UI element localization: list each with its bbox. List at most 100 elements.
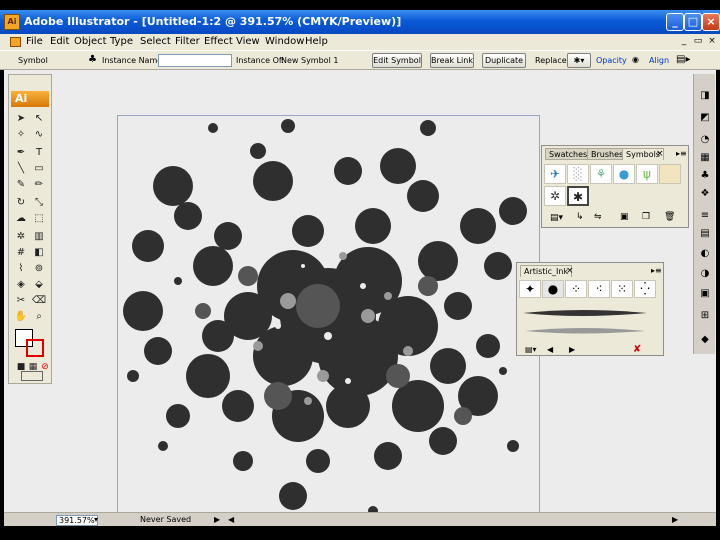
brush-libraries-icon[interactable]: ▤▾ xyxy=(525,345,537,354)
status-menu-icon[interactable]: ▶ xyxy=(214,515,220,524)
eyedropper-tool-icon[interactable]: ⌇ xyxy=(13,261,29,277)
live-paint-tool-icon[interactable]: ◈ xyxy=(13,277,29,293)
symbol-balloon-icon[interactable]: ● xyxy=(613,164,635,184)
brush-spatter-1-icon[interactable]: ⁘ xyxy=(565,280,587,298)
mesh-tool-icon[interactable]: # xyxy=(13,245,29,261)
zoom-level-field[interactable]: 391.57% xyxy=(56,515,98,526)
stroke-color-swatch[interactable] xyxy=(26,339,44,357)
brush-stroke-previews[interactable] xyxy=(521,303,651,343)
symbols-panel-close-button[interactable]: × xyxy=(656,149,664,159)
magic-wand-tool-icon[interactable]: ✧ xyxy=(13,127,29,143)
rectangle-tool-icon[interactable]: ▭ xyxy=(31,161,47,177)
maximize-button[interactable]: □ xyxy=(684,13,702,31)
type-tool-icon[interactable]: T xyxy=(31,145,47,161)
symbols-icon[interactable]: ❖ xyxy=(697,186,713,202)
opacity-link[interactable]: Opacity xyxy=(596,56,627,65)
hand-tool-icon[interactable]: ✋ xyxy=(13,309,29,325)
navigator-icon[interactable]: ◨ xyxy=(697,88,713,104)
symbol-splat-icon[interactable]: ✲ xyxy=(544,186,566,206)
stroke-icon[interactable]: ≡ xyxy=(697,208,713,224)
doc-minimize-button[interactable]: _ xyxy=(678,36,690,48)
menu-file[interactable]: File xyxy=(26,36,43,47)
menu-help[interactable]: Help xyxy=(305,36,328,47)
instance-name-input[interactable] xyxy=(158,54,232,67)
symbol-libraries-icon[interactable]: ▤▾ xyxy=(550,213,563,223)
gradient-tool-icon[interactable]: ◧ xyxy=(31,245,47,261)
brush-ink-blob-icon[interactable]: ● xyxy=(542,280,564,298)
menu-type[interactable]: Type xyxy=(110,36,133,47)
appearance-icon[interactable]: ◑ xyxy=(697,266,713,282)
zoom-dropdown-icon[interactable]: ▾ xyxy=(94,515,98,524)
align-link[interactable]: Align xyxy=(649,56,669,65)
menu-select[interactable]: Select xyxy=(140,36,171,47)
menu-filter[interactable]: Filter xyxy=(175,36,200,47)
replace-symbol-dropdown[interactable]: ✱▾ xyxy=(567,53,591,68)
next-library-icon[interactable]: ▶ xyxy=(569,345,575,354)
symbol-new-symbol-1-icon[interactable]: ✱ xyxy=(567,186,589,206)
free-transform-tool-icon[interactable]: ⬚ xyxy=(31,211,47,227)
direct-selection-tool-icon[interactable]: ↖ xyxy=(31,111,47,127)
menu-edit[interactable]: Edit xyxy=(50,36,69,47)
pen-tool-icon[interactable]: ✒ xyxy=(13,145,29,161)
warp-tool-icon[interactable]: ☁ xyxy=(13,211,29,227)
menu-window[interactable]: Window xyxy=(265,36,304,47)
new-symbol-icon[interactable]: ❐ xyxy=(642,212,650,222)
info-icon[interactable]: ◩ xyxy=(697,110,713,126)
symbol-options-icon[interactable]: ▣ xyxy=(620,212,629,222)
doc-close-button[interactable]: × xyxy=(706,36,718,48)
gradient-icon[interactable]: ▤ xyxy=(697,226,713,242)
scroll-right-icon[interactable]: ▶ xyxy=(672,515,678,524)
tab-artistic-ink[interactable]: Artistic_Ink xyxy=(520,265,573,277)
artistic-ink-close-button[interactable]: × xyxy=(566,266,574,276)
scale-tool-icon[interactable]: ⤡ xyxy=(31,195,47,211)
zoom-tool-icon[interactable]: ⌕ xyxy=(31,309,47,325)
ink-splatter-artwork[interactable] xyxy=(118,116,541,520)
previous-library-icon[interactable]: ◀ xyxy=(547,345,553,354)
break-link-icon[interactable]: ⇋ xyxy=(594,212,602,222)
graph-tool-icon[interactable]: ▥ xyxy=(31,229,47,245)
edit-symbol-button[interactable]: Edit Symbol xyxy=(372,53,422,68)
place-symbol-icon[interactable]: ↳ xyxy=(576,212,584,222)
line-tool-icon[interactable]: ╲ xyxy=(13,161,29,177)
panel-menu-icon[interactable]: ▤▸ xyxy=(676,54,690,65)
rotate-tool-icon[interactable]: ↻ xyxy=(13,195,29,211)
align-icon[interactable]: ⊞ xyxy=(697,308,713,324)
artboard[interactable] xyxy=(117,115,540,519)
symbol-grass-icon[interactable]: ψ xyxy=(636,164,658,184)
symbol-grunge-icon[interactable]: ░ xyxy=(567,164,589,184)
graphic-styles-icon[interactable]: ▣ xyxy=(697,286,713,302)
delete-symbol-icon[interactable]: 🗑 xyxy=(664,212,675,222)
symbol-sprayer-tool-icon[interactable]: ✲ xyxy=(13,229,29,245)
recolor-icon[interactable]: ◉ xyxy=(632,55,639,64)
menu-view[interactable]: View xyxy=(236,36,260,47)
brush-spatter-2-icon[interactable]: ⁖ xyxy=(588,280,610,298)
brush-spatter-3-icon[interactable]: ⁙ xyxy=(611,280,633,298)
screen-mode-icon[interactable] xyxy=(21,371,43,381)
symbol-leaf-icon[interactable]: ⚘ xyxy=(590,164,612,184)
brushes-icon[interactable]: ♣ xyxy=(697,168,713,184)
panel-options-icon[interactable]: ▸≡ xyxy=(676,149,687,158)
swatches-icon[interactable]: ▦ xyxy=(697,150,713,166)
minimize-button[interactable]: _ xyxy=(666,13,684,31)
symbol-texture-icon[interactable] xyxy=(659,164,681,184)
brush-spatter-4-icon[interactable]: ⁛ xyxy=(634,280,656,298)
remove-brush-icon[interactable]: ✘ xyxy=(633,344,641,355)
slice-tool-icon[interactable]: ✂ xyxy=(13,293,29,309)
duplicate-button[interactable]: Duplicate xyxy=(482,53,526,68)
live-paint-selection-icon[interactable]: ⬙ xyxy=(31,277,47,293)
lasso-tool-icon[interactable]: ∿ xyxy=(31,127,47,143)
panel-options-icon[interactable]: ▸≡ xyxy=(651,266,662,275)
blend-tool-icon[interactable]: ⊚ xyxy=(31,261,47,277)
paintbrush-tool-icon[interactable]: ✎ xyxy=(13,177,29,193)
menu-object[interactable]: Object xyxy=(74,36,107,47)
menu-effect[interactable]: Effect xyxy=(204,36,233,47)
pencil-tool-icon[interactable]: ✏ xyxy=(31,177,47,193)
symbol-bird-icon[interactable]: ✈ xyxy=(544,164,566,184)
transparency-icon[interactable]: ◐ xyxy=(697,246,713,262)
eraser-tool-icon[interactable]: ⌫ xyxy=(31,293,47,309)
doc-restore-button[interactable]: ▭ xyxy=(692,36,704,48)
brush-ink-drop-icon[interactable]: ✦ xyxy=(519,280,541,298)
color-icon[interactable]: ◔ xyxy=(697,132,713,148)
tab-swatches[interactable]: Swatches xyxy=(545,148,592,160)
selection-tool-icon[interactable]: ➤ xyxy=(13,111,29,127)
